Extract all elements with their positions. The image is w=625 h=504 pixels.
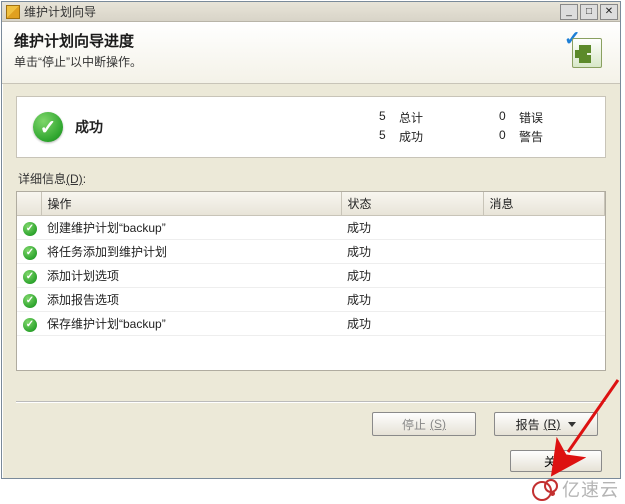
wizard-icon bbox=[566, 30, 608, 72]
total-label: 总计 bbox=[399, 109, 459, 126]
details-grid: 操作 状态 消息 ✓创建维护计划“backup”成功✓将任务添加到维护计划成功✓… bbox=[16, 191, 606, 371]
minimize-button[interactable]: _ bbox=[560, 4, 578, 20]
report-button[interactable]: 报告(R) bbox=[494, 412, 598, 436]
table-row[interactable]: ✓添加计划选项成功 bbox=[17, 264, 605, 288]
window-title: 维护计划向导 bbox=[24, 3, 560, 20]
warning-label: 警告 bbox=[519, 128, 579, 145]
row-action: 创建维护计划“backup” bbox=[41, 216, 341, 240]
header-strip: 维护计划向导进度 单击“停止”以中断操作。 bbox=[2, 22, 620, 84]
table-row[interactable]: ✓添加报告选项成功 bbox=[17, 288, 605, 312]
col-message[interactable]: 消息 bbox=[483, 192, 605, 216]
total-count: 5 bbox=[379, 109, 399, 126]
row-status-icon: ✓ bbox=[17, 240, 41, 264]
row-message bbox=[483, 240, 605, 264]
button-row: 停止(S) 报告(R) bbox=[16, 412, 606, 436]
app-icon bbox=[6, 5, 20, 19]
row-status: 成功 bbox=[341, 288, 483, 312]
error-count: 0 bbox=[499, 109, 519, 126]
col-status[interactable]: 状态 bbox=[341, 192, 483, 216]
row-status: 成功 bbox=[341, 312, 483, 336]
success-icon: ✓ bbox=[33, 112, 63, 142]
window-controls: _ □ ✕ bbox=[560, 4, 618, 20]
titlebar: 维护计划向导 _ □ ✕ bbox=[2, 2, 620, 22]
success-label: 成功 bbox=[399, 128, 459, 145]
row-message bbox=[483, 288, 605, 312]
separator bbox=[16, 401, 606, 402]
summary-status: 成功 bbox=[75, 117, 255, 137]
row-action: 将任务添加到维护计划 bbox=[41, 240, 341, 264]
stop-button[interactable]: 停止(S) bbox=[372, 412, 476, 436]
row-status-icon: ✓ bbox=[17, 216, 41, 240]
table-row[interactable]: ✓保存维护计划“backup”成功 bbox=[17, 312, 605, 336]
details-label: 详细信息(D): bbox=[18, 170, 604, 187]
success-count: 5 bbox=[379, 128, 399, 145]
row-action: 添加计划选项 bbox=[41, 264, 341, 288]
row-message bbox=[483, 312, 605, 336]
watermark-text: 亿速云 bbox=[562, 476, 619, 502]
page-title: 维护计划向导进度 bbox=[14, 30, 558, 51]
summary-panel: ✓ 成功 5 总计 0 错误 5 成功 0 警告 bbox=[16, 96, 606, 158]
col-icon[interactable] bbox=[17, 192, 41, 216]
row-status-icon: ✓ bbox=[17, 288, 41, 312]
maximize-button[interactable]: □ bbox=[580, 4, 598, 20]
chevron-down-icon bbox=[568, 422, 576, 427]
page-subtitle: 单击“停止”以中断操作。 bbox=[14, 53, 558, 70]
row-status: 成功 bbox=[341, 240, 483, 264]
error-label: 错误 bbox=[519, 109, 579, 126]
table-row[interactable]: ✓将任务添加到维护计划成功 bbox=[17, 240, 605, 264]
col-action[interactable]: 操作 bbox=[41, 192, 341, 216]
row-status: 成功 bbox=[341, 264, 483, 288]
close-window-button[interactable]: ✕ bbox=[600, 4, 618, 20]
row-message bbox=[483, 216, 605, 240]
row-status: 成功 bbox=[341, 216, 483, 240]
warning-count: 0 bbox=[499, 128, 519, 145]
watermark-logo-icon bbox=[532, 479, 558, 499]
row-status-icon: ✓ bbox=[17, 264, 41, 288]
row-action: 保存维护计划“backup” bbox=[41, 312, 341, 336]
wizard-window: 维护计划向导 _ □ ✕ 维护计划向导进度 单击“停止”以中断操作。 ✓ 成功 … bbox=[1, 1, 621, 479]
table-row[interactable]: ✓创建维护计划“backup”成功 bbox=[17, 216, 605, 240]
row-message bbox=[483, 264, 605, 288]
close-button[interactable]: 关闭 bbox=[510, 450, 602, 472]
watermark: 亿速云 bbox=[532, 476, 619, 502]
row-status-icon: ✓ bbox=[17, 312, 41, 336]
row-action: 添加报告选项 bbox=[41, 288, 341, 312]
